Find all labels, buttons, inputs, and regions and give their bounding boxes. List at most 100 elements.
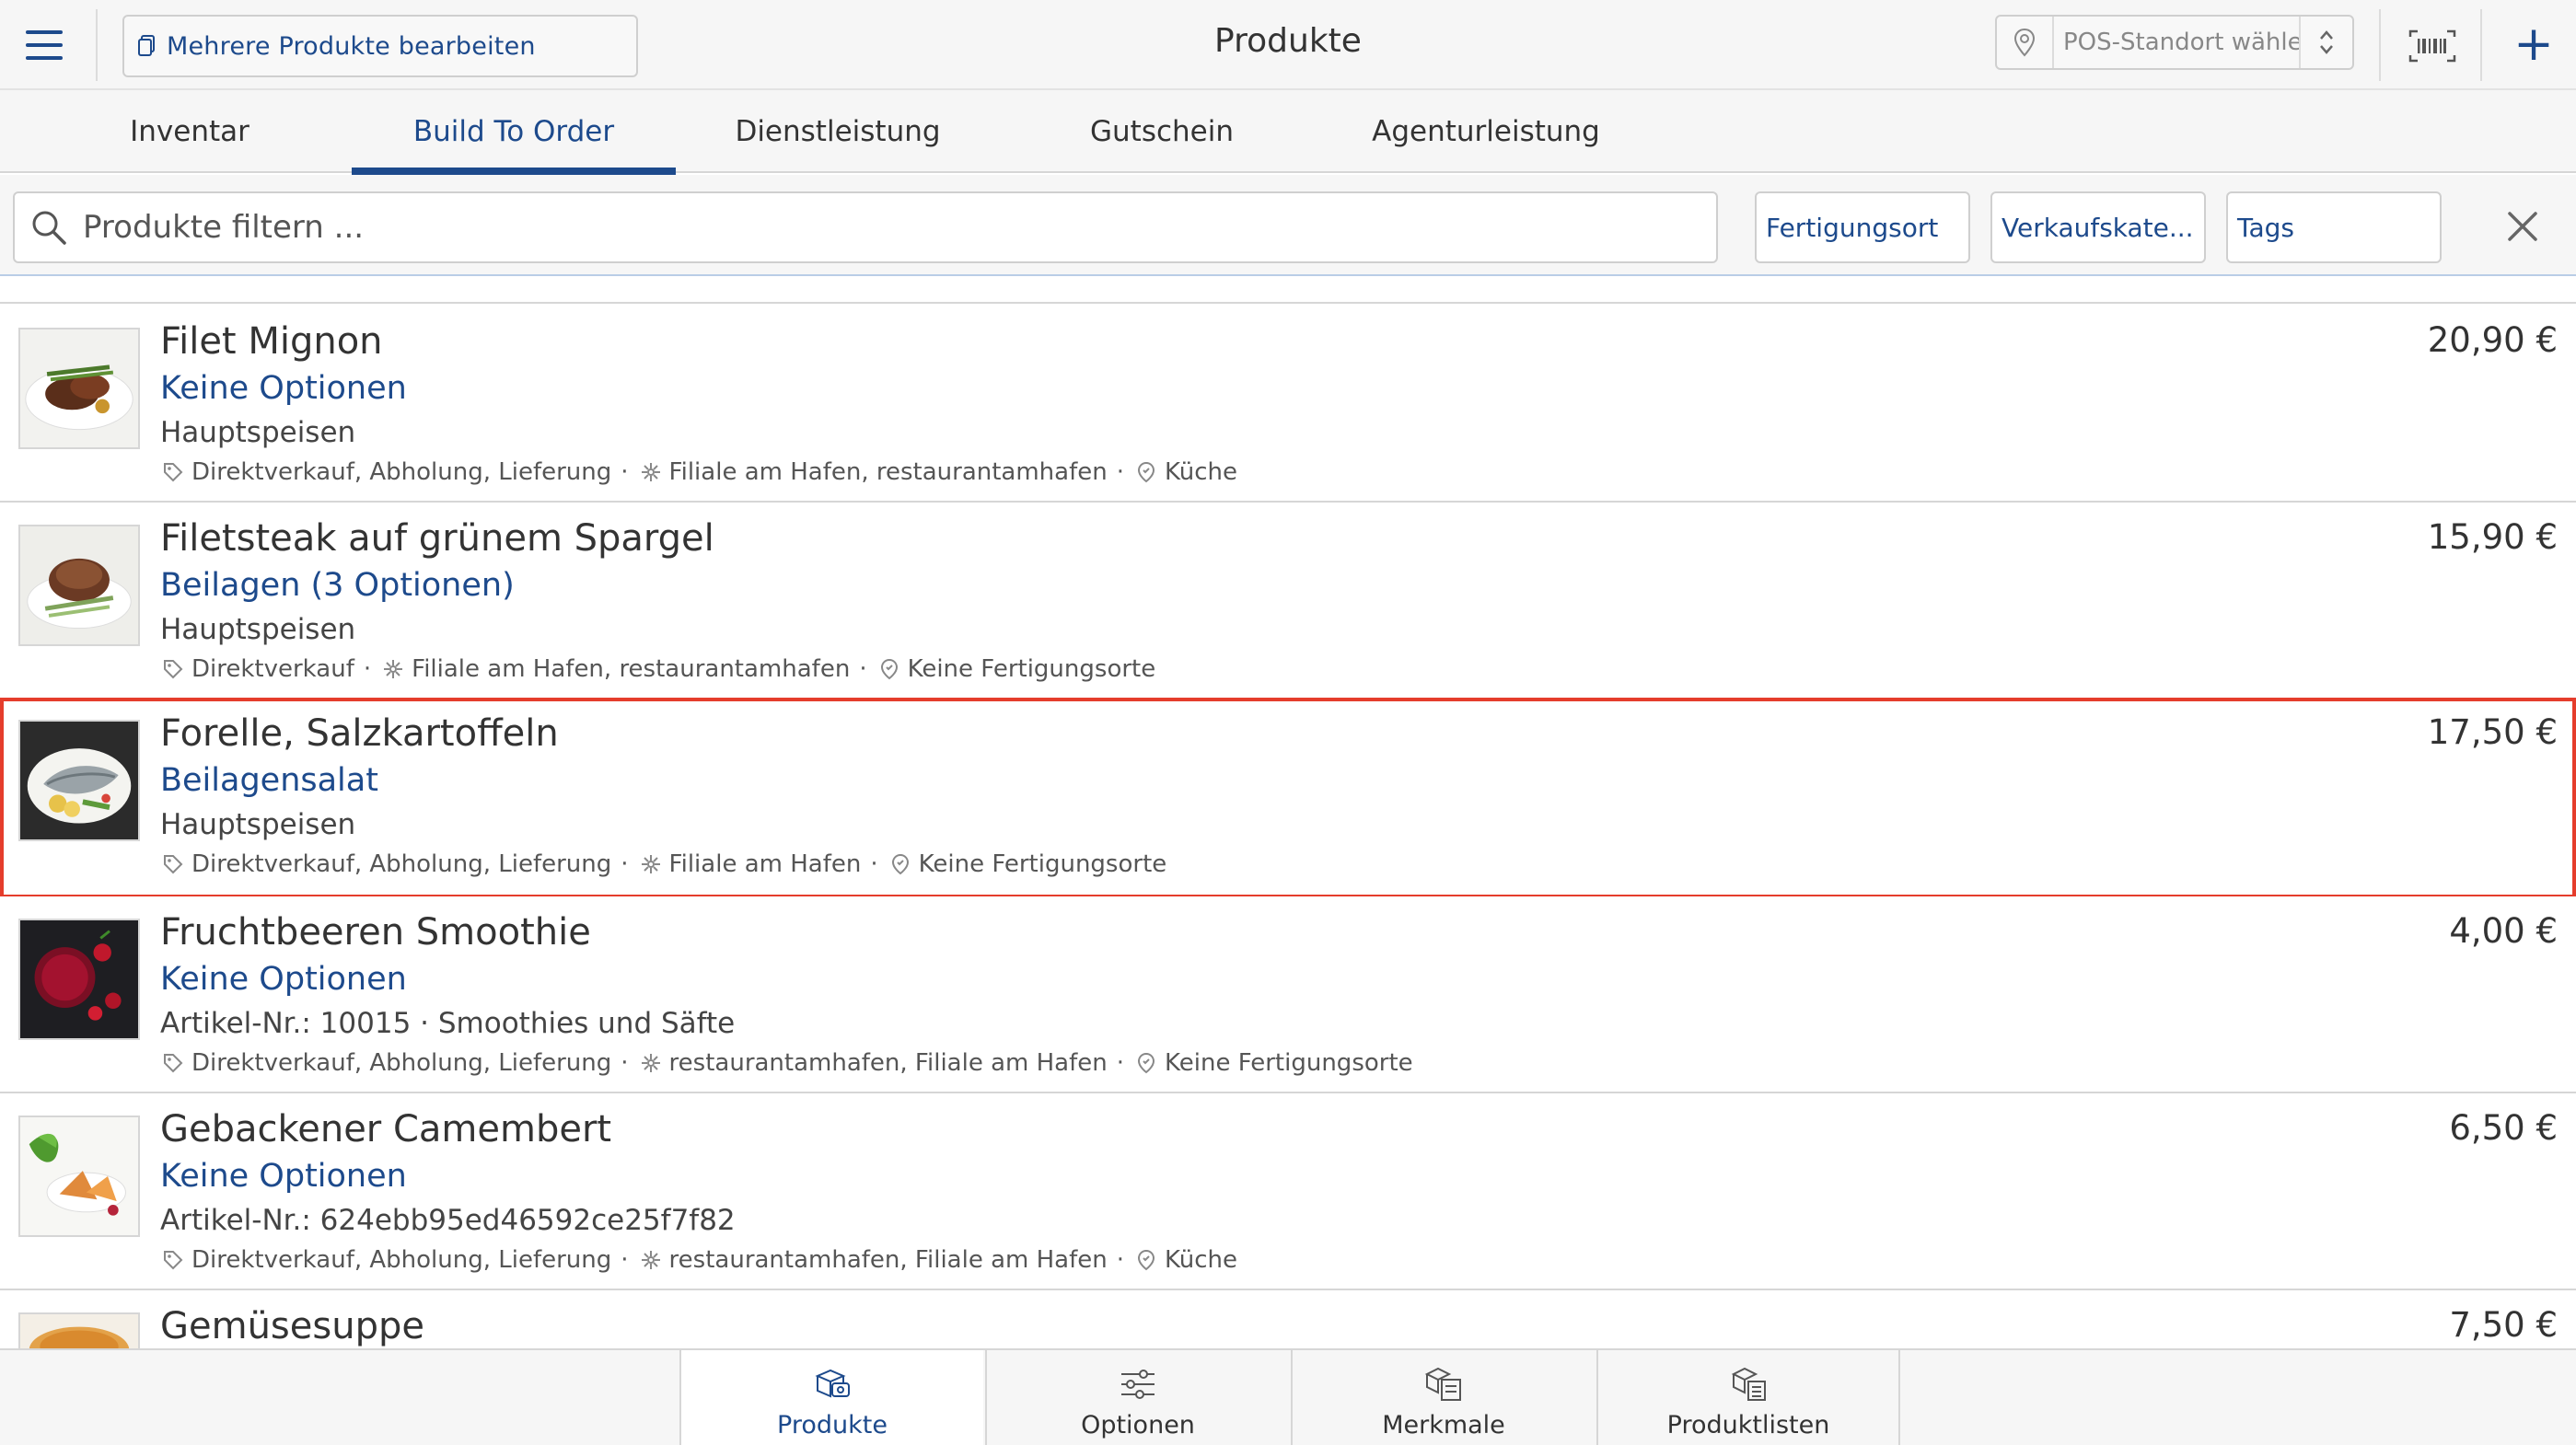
product-name: Filet Mignon <box>160 320 383 363</box>
pos-location-placeholder: POS-Standort wählen... <box>2063 29 2299 56</box>
tab-dienstleistung[interactable]: Dienstleistung <box>676 90 1000 173</box>
product-options-link[interactable]: Keine Optionen <box>160 370 407 407</box>
product-thumbnail <box>18 1116 140 1237</box>
product-sales-channels: Direktverkauf, Abholung, Lieferung <box>191 1246 612 1274</box>
product-options-link[interactable]: Beilagen (3 Optionen) <box>160 567 515 604</box>
branch-network-icon <box>638 1247 664 1273</box>
add-product-icon[interactable]: + <box>2506 17 2561 72</box>
product-options-link[interactable]: Beilagensalat <box>160 762 378 799</box>
production-location-icon <box>1133 1050 1159 1076</box>
product-meta: Direktverkauf, Abholung, Lieferung · res… <box>160 1246 1237 1274</box>
product-name: Filetsteak auf grünem Spargel <box>160 517 714 560</box>
product-row[interactable]: Gemüsesuppe 7,50 € <box>0 1290 2576 1348</box>
branch-network-icon <box>380 656 406 682</box>
product-options-link[interactable]: Keine Optionen <box>160 961 407 998</box>
attributes-icon <box>1424 1367 1461 1401</box>
product-price: 7,50 € <box>2449 1305 2558 1345</box>
top-bar: Mehrere Produkte bearbeiten Produkte POS… <box>0 0 2576 90</box>
sales-channel-icon <box>160 656 186 682</box>
branch-network-icon <box>638 459 664 485</box>
search-icon <box>15 208 83 247</box>
product-production-location: Küche <box>1165 458 1238 486</box>
production-location-icon <box>876 656 902 682</box>
divider <box>2480 9 2482 81</box>
product-locations: restaurantamhafen, Filiale am Hafen <box>668 1049 1108 1077</box>
product-sales-channels: Direktverkauf, Abholung, Lieferung <box>191 1049 612 1077</box>
product-thumbnail <box>18 1312 140 1348</box>
tab-inventar[interactable]: Inventar <box>28 90 352 173</box>
bottom-tab-label: Produkte <box>777 1411 888 1439</box>
product-meta: Direktverkauf, Abholung, Lieferung · Fil… <box>160 458 1237 486</box>
filter-tags[interactable]: Tags <box>2226 191 2442 263</box>
barcode-scan-icon[interactable] <box>2405 26 2460 66</box>
table-row[interactable] <box>0 276 2576 304</box>
production-location-icon <box>888 851 913 877</box>
bottom-tab-bar: Produkte Optionen Merkmale Produktlisten <box>0 1348 2576 1445</box>
filter-bar: Fertigungsort Verkaufskate... Tags <box>0 175 2576 276</box>
filter-sales-category[interactable]: Verkaufskate... <box>1990 191 2206 263</box>
product-type-tabs: Inventar Build To Order Dienstleistung G… <box>0 90 2576 175</box>
product-price: 20,90 € <box>2427 320 2558 360</box>
product-options-link[interactable]: Keine Optionen <box>160 1158 407 1195</box>
product-sales-channels: Direktverkauf, Abholung, Lieferung <box>191 850 612 878</box>
bottom-tab-label: Optionen <box>1081 1411 1195 1439</box>
product-sales-channels: Direktverkauf, Abholung, Lieferung <box>191 458 612 486</box>
bottom-tab-merkmale[interactable]: Merkmale <box>1291 1350 1595 1445</box>
product-production-location: Keine Fertigungsorte <box>1165 1049 1413 1077</box>
tab-agenturleistung[interactable]: Agenturleistung <box>1324 90 1648 173</box>
product-thumbnail <box>18 328 140 449</box>
sales-channel-icon <box>160 851 186 877</box>
product-thumbnail <box>18 525 140 646</box>
product-category: Hauptspeisen <box>160 613 356 646</box>
product-row[interactable]: Filet Mignon Keine Optionen Hauptspeisen… <box>0 306 2576 503</box>
product-row[interactable]: Gebackener Camembert Keine Optionen Arti… <box>0 1093 2576 1290</box>
product-locations: restaurantamhafen, Filiale am Hafen <box>668 1246 1108 1274</box>
product-meta: Direktverkauf, Abholung, Lieferung · res… <box>160 1049 1413 1077</box>
sales-channel-icon <box>160 1050 186 1076</box>
search-box <box>13 191 1718 263</box>
product-row[interactable]: Filetsteak auf grünem Spargel Beilagen (… <box>0 503 2576 699</box>
sales-channel-icon <box>160 459 186 485</box>
product-meta: Direktverkauf · Filiale am Hafen, restau… <box>160 655 1155 683</box>
product-category: Artikel-Nr.: 624ebb95ed46592ce25f7f82 <box>160 1204 736 1237</box>
product-box-icon <box>815 1369 850 1398</box>
product-locations: Filiale am Hafen <box>668 850 862 878</box>
product-price: 15,90 € <box>2427 517 2558 557</box>
product-sales-channels: Direktverkauf <box>191 655 354 683</box>
product-row[interactable]: Fruchtbeeren Smoothie Keine Optionen Art… <box>0 896 2576 1093</box>
product-category: Artikel-Nr.: 10015 · Smoothies und Säfte <box>160 1007 736 1040</box>
product-meta: Direktverkauf, Abholung, Lieferung · Fil… <box>160 850 1166 878</box>
tab-build-to-order[interactable]: Build To Order <box>352 90 676 175</box>
product-price: 4,00 € <box>2449 911 2558 951</box>
product-price: 17,50 € <box>2427 712 2558 752</box>
bottom-tab-produktlisten[interactable]: Produktlisten <box>1596 1350 1900 1445</box>
product-thumbnail <box>18 720 140 841</box>
product-row-selected[interactable]: Forelle, Salzkartoffeln Beilagensalat Ha… <box>0 698 2576 898</box>
product-category: Hauptspeisen <box>160 416 356 449</box>
divider <box>2379 9 2381 81</box>
filter-production-location[interactable]: Fertigungsort <box>1755 191 1970 263</box>
product-name: Forelle, Salzkartoffeln <box>160 712 559 755</box>
product-production-location: Keine Fertigungsorte <box>907 655 1156 683</box>
clear-filter-icon[interactable] <box>2497 201 2548 252</box>
product-filter-input[interactable] <box>83 209 1648 246</box>
production-location-icon <box>1133 459 1159 485</box>
product-thumbnail <box>18 919 140 1040</box>
pos-location-select[interactable]: POS-Standort wählen... <box>1995 15 2354 70</box>
production-location-icon <box>1133 1247 1159 1273</box>
product-production-location: Küche <box>1165 1246 1238 1274</box>
bottom-tab-produkte[interactable]: Produkte <box>679 1350 983 1445</box>
bottom-tab-optionen[interactable]: Optionen <box>985 1350 1289 1445</box>
location-pin-icon <box>1997 17 2054 68</box>
bottom-tab-label: Merkmale <box>1382 1411 1505 1439</box>
product-name: Gebackener Camembert <box>160 1108 612 1150</box>
product-price: 6,50 € <box>2449 1108 2558 1148</box>
product-production-location: Keine Fertigungsorte <box>918 850 1167 878</box>
product-name: Gemüsesuppe <box>160 1305 424 1347</box>
tab-gutschein[interactable]: Gutschein <box>1000 90 1324 173</box>
product-list-icon <box>1731 1367 1766 1401</box>
product-locations: Filiale am Hafen, restaurantamhafen <box>412 655 851 683</box>
branch-network-icon <box>638 851 664 877</box>
sliders-icon <box>1121 1370 1155 1399</box>
sales-channel-icon <box>160 1247 186 1273</box>
